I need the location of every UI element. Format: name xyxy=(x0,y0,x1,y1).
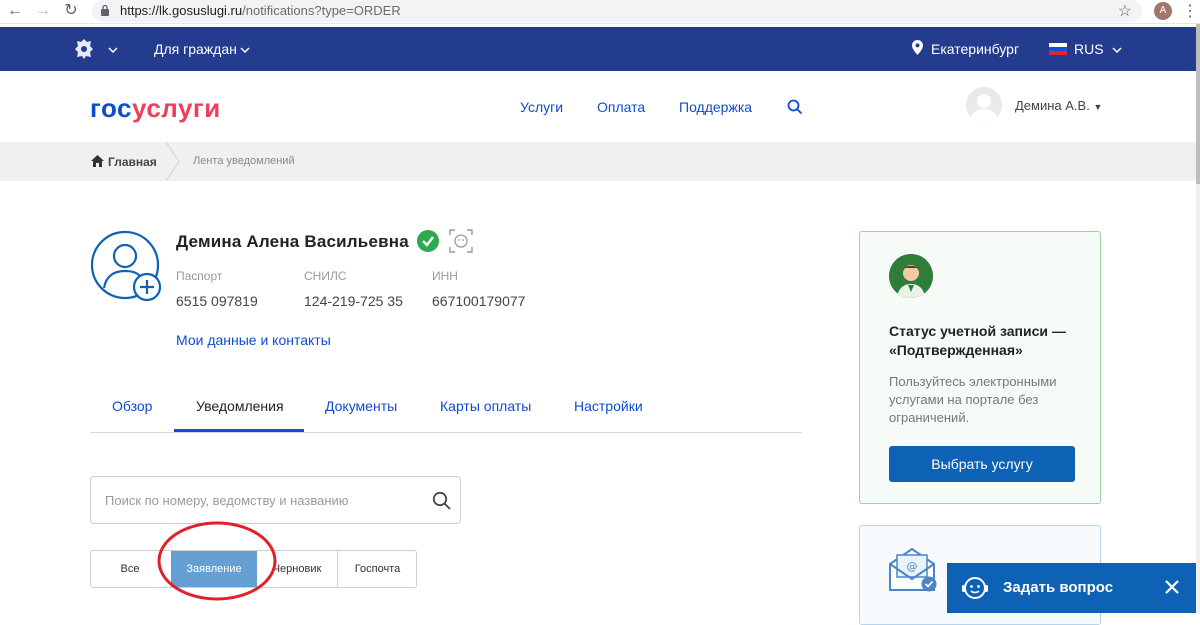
gosuslugi-logo[interactable]: госуслуги xyxy=(90,93,221,124)
red-highlight-ellipse xyxy=(157,521,277,601)
browser-toolbar: ← → ↻ https://lk.gosuslugi.ru/notificati… xyxy=(0,0,1200,24)
browser-profile-avatar[interactable]: A xyxy=(1154,2,1172,20)
forward-arrow-icon[interactable]: → xyxy=(34,2,52,20)
notifications-search-input[interactable]: Поиск по номеру, ведомству и названию xyxy=(90,476,461,524)
lock-icon xyxy=(101,4,109,16)
user-menu[interactable]: Демина А.В. ▼ xyxy=(1015,98,1102,113)
user-silhouette-icon xyxy=(970,94,998,123)
caret-down-icon: ▼ xyxy=(1093,102,1103,112)
choose-service-button[interactable]: Выбрать услугу xyxy=(889,446,1075,482)
breadcrumb-home[interactable]: Главная xyxy=(108,155,157,169)
ask-question-label: Задать вопрос xyxy=(1003,579,1114,596)
my-data-link[interactable]: Мои данные и контакты xyxy=(176,332,331,348)
profile-add-photo-icon[interactable] xyxy=(90,230,164,304)
bookmark-star-icon[interactable]: ☆ xyxy=(1118,1,1132,21)
chat-bot-icon xyxy=(962,577,988,599)
account-status-card: Статус учетной записи — «Подтвержденная»… xyxy=(859,231,1101,504)
url-text: https://lk.gosuslugi.ru/notifications?ty… xyxy=(120,3,401,18)
mail-check-icon: @ xyxy=(889,547,937,592)
account-status-title: Статус учетной записи — «Подтвержденная» xyxy=(889,323,1066,358)
logo-part-1: гос xyxy=(90,93,132,123)
reload-icon[interactable]: ↻ xyxy=(62,2,80,20)
location-pin-icon xyxy=(912,40,923,55)
chevron-down-icon[interactable] xyxy=(240,45,250,55)
logo-part-2: услуги xyxy=(132,93,221,123)
search-icon[interactable] xyxy=(432,491,452,511)
tab-overview[interactable]: Обзор xyxy=(112,398,152,414)
home-icon[interactable] xyxy=(91,155,104,167)
snils-label: СНИЛС xyxy=(304,269,347,283)
snils-value: 124-219-725 35 xyxy=(304,293,403,309)
biometrics-face-icon[interactable] xyxy=(449,229,473,253)
browser-menu-icon[interactable]: ⋮ xyxy=(1182,1,1198,21)
url-path: /notifications?type=ORDER xyxy=(242,3,401,18)
scrollbar-thumb[interactable] xyxy=(1196,24,1200,184)
filter-gospochta[interactable]: Госпочта xyxy=(338,551,416,587)
breadcrumb: Главная Лента уведомлений xyxy=(0,142,1196,181)
user-avatar[interactable] xyxy=(966,87,1002,123)
verified-check-icon xyxy=(417,230,439,252)
chevron-down-icon[interactable] xyxy=(1112,45,1122,55)
nav-services[interactable]: Услуги xyxy=(520,99,563,115)
profile-full-name: Демина Алена Васильевна xyxy=(176,232,409,251)
search-icon[interactable] xyxy=(787,99,803,115)
tab-notifications[interactable]: Уведомления xyxy=(196,398,284,414)
nav-support[interactable]: Поддержка xyxy=(679,99,752,115)
inn-value: 667100179077 xyxy=(432,293,526,309)
tab-payment-cards[interactable]: Карты оплаты xyxy=(440,398,531,414)
url-host: https://lk.gosuslugi.ru xyxy=(120,3,243,18)
ask-question-widget[interactable]: Задать вопрос xyxy=(947,563,1196,613)
russian-flag-icon xyxy=(1049,43,1067,55)
page-scrollbar[interactable] xyxy=(1196,24,1200,613)
passport-value: 6515 097819 xyxy=(176,293,258,309)
user-name: Демина А.В. xyxy=(1015,98,1090,113)
svg-text:@: @ xyxy=(907,560,918,573)
search-placeholder: Поиск по номеру, ведомству и названию xyxy=(105,493,349,508)
profile-tabs: Обзор Уведомления Документы Карты оплаты… xyxy=(90,385,802,433)
inn-label: ИНН xyxy=(432,269,458,283)
audience-menu[interactable]: Для граждан xyxy=(154,41,237,57)
close-icon[interactable] xyxy=(1162,577,1182,597)
tab-documents[interactable]: Документы xyxy=(325,398,397,414)
chevron-down-icon[interactable] xyxy=(108,45,118,55)
nav-payment[interactable]: Оплата xyxy=(597,99,645,115)
top-bar: Для граждан Екатеринбург RUS xyxy=(0,27,1196,71)
support-agent-avatar xyxy=(889,254,933,298)
language-selector[interactable]: RUS xyxy=(1074,41,1104,57)
city-selector[interactable]: Екатеринбург xyxy=(931,41,1019,57)
site-header: госуслуги Услуги Оплата Поддержка Демина… xyxy=(0,71,1196,142)
active-tab-indicator xyxy=(174,429,304,432)
passport-label: Паспорт xyxy=(176,269,223,283)
coat-of-arms-icon[interactable] xyxy=(72,37,96,61)
breadcrumb-current: Лента уведомлений xyxy=(193,155,295,167)
tab-settings[interactable]: Настройки xyxy=(574,398,643,414)
breadcrumb-separator xyxy=(166,142,180,181)
back-arrow-icon[interactable]: ← xyxy=(6,2,24,20)
address-bar[interactable]: https://lk.gosuslugi.ru/notifications?ty… xyxy=(92,0,1142,22)
account-status-description: Пользуйтесь электронными услугами на пор… xyxy=(889,374,1057,425)
